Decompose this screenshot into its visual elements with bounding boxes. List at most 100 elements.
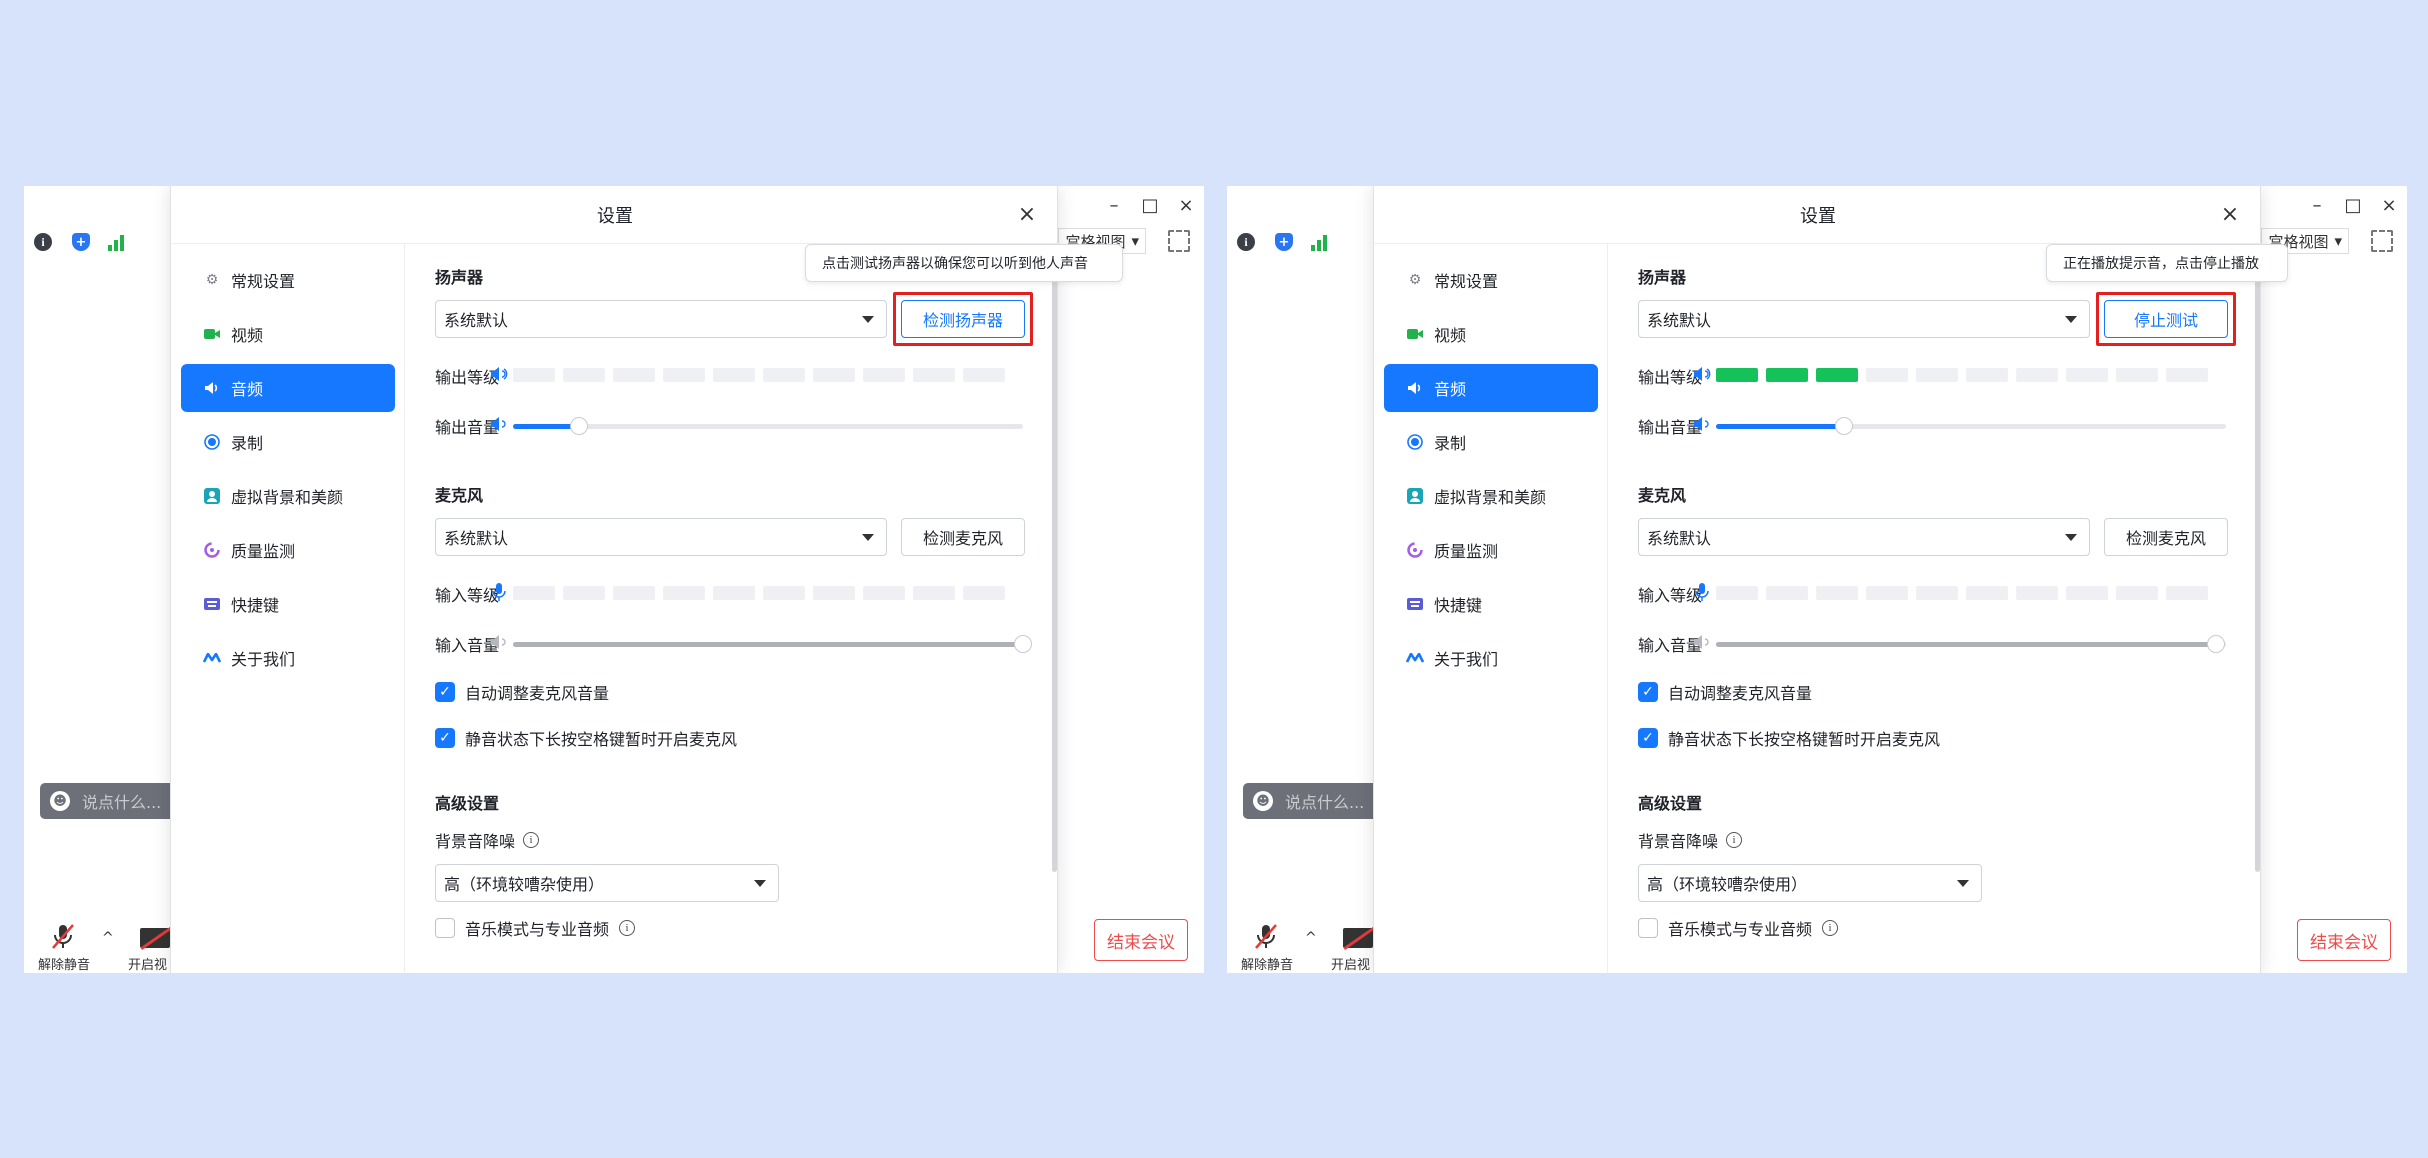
- sidebar-item-virtual-background[interactable]: 虚拟背景和美颜: [181, 472, 395, 520]
- test-microphone-button[interactable]: 检测麦克风: [2104, 518, 2228, 556]
- level-segment: [2166, 368, 2208, 382]
- sidebar-item-record[interactable]: 录制: [1384, 418, 1598, 466]
- info-icon[interactable]: i: [1726, 832, 1743, 848]
- start-video-label[interactable]: 开启视: [128, 954, 167, 973]
- noise-suppression-select[interactable]: 高（环境较嘈杂使用）: [435, 864, 779, 902]
- chevron-down-icon: [2065, 316, 2077, 323]
- level-segment: [2116, 586, 2158, 600]
- fullscreen-icon[interactable]: [1168, 230, 1190, 252]
- unmute-label[interactable]: 解除静音: [1241, 954, 1293, 973]
- scrollbar[interactable]: [2255, 252, 2260, 872]
- checkbox-checked-icon[interactable]: ✓: [435, 728, 455, 748]
- input-volume-slider[interactable]: [513, 635, 1032, 653]
- speaker-device-select[interactable]: 系统默认: [1638, 300, 2090, 338]
- speaker-level-icon: [1694, 367, 1711, 381]
- sidebar-item-quality[interactable]: 质量监测: [181, 526, 395, 574]
- speaker-device-select[interactable]: 系统默认: [435, 300, 887, 338]
- sidebar-item-general[interactable]: ⚙ 常规设置: [181, 256, 395, 304]
- level-segment: [513, 586, 555, 600]
- chat-input-bar[interactable]: ☻ 说点什么...: [1243, 783, 1393, 819]
- level-segment: [1916, 586, 1958, 600]
- slider-knob[interactable]: [570, 417, 589, 435]
- test-speaker-button[interactable]: 检测扬声器: [901, 300, 1025, 338]
- test-microphone-button[interactable]: 检测麦克风: [901, 518, 1025, 556]
- end-meeting-button[interactable]: 结束会议: [2297, 919, 2391, 961]
- space-unmute-checkbox[interactable]: ✓ 静音状态下长按空格键暂时开启麦克风: [435, 726, 737, 750]
- sidebar-item-virtual-background[interactable]: 虚拟背景和美颜: [1384, 472, 1598, 520]
- space-unmute-checkbox[interactable]: ✓ 静音状态下长按空格键暂时开启麦克风: [1638, 726, 1940, 750]
- mic-off-icon[interactable]: [52, 924, 74, 950]
- info-icon[interactable]: i: [1237, 233, 1255, 251]
- minimize-button[interactable]: –: [2299, 186, 2335, 224]
- input-volume-slider[interactable]: [1716, 635, 2226, 653]
- maximize-button[interactable]: □: [1132, 186, 1168, 224]
- music-mode-checkbox[interactable]: 音乐模式与专业音频 i: [1638, 916, 1839, 940]
- stop-test-button[interactable]: 停止测试: [2104, 300, 2228, 338]
- checkbox-unchecked-icon[interactable]: [435, 918, 455, 938]
- auto-adjust-checkbox[interactable]: ✓ 自动调整麦克风音量: [1638, 680, 1812, 704]
- maximize-button[interactable]: □: [2335, 186, 2371, 224]
- fullscreen-icon[interactable]: [2371, 230, 2393, 252]
- sidebar-item-shortcuts[interactable]: 快捷键: [181, 580, 395, 628]
- checkbox-checked-icon[interactable]: ✓: [1638, 728, 1658, 748]
- sidebar-item-record[interactable]: 录制: [181, 418, 395, 466]
- chevron-up-icon[interactable]: ^: [1305, 930, 1317, 946]
- unmute-label[interactable]: 解除静音: [38, 954, 90, 973]
- emoji-icon[interactable]: ☻: [1253, 791, 1273, 811]
- sidebar-item-audio[interactable]: 音频: [1384, 364, 1598, 412]
- speaker-tooltip: 点击测试扬声器以确保您可以听到他人声音: [805, 244, 1123, 282]
- checkbox-checked-icon[interactable]: ✓: [435, 682, 455, 702]
- sidebar-item-video[interactable]: 视频: [181, 310, 395, 358]
- signal-icon[interactable]: [108, 233, 128, 251]
- sidebar-item-shortcuts[interactable]: 快捷键: [1384, 580, 1598, 628]
- slider-fill: [1716, 424, 1844, 429]
- auto-adjust-checkbox[interactable]: ✓ 自动调整麦克风音量: [435, 680, 609, 704]
- emoji-icon[interactable]: ☻: [50, 791, 70, 811]
- slider-knob[interactable]: [1834, 417, 1853, 435]
- sidebar-item-video[interactable]: 视频: [1384, 310, 1598, 358]
- camera-off-icon[interactable]: [1343, 928, 1373, 948]
- info-icon[interactable]: i: [523, 832, 540, 848]
- close-window-button[interactable]: ×: [1168, 186, 1204, 224]
- monitor-icon: [203, 541, 221, 559]
- sidebar-item-about[interactable]: 关于我们: [1384, 634, 1598, 682]
- level-segment: [763, 586, 805, 600]
- close-icon[interactable]: ×: [2216, 200, 2244, 228]
- slider-knob[interactable]: [1014, 635, 1032, 653]
- shield-icon[interactable]: +: [72, 233, 90, 251]
- checkbox-checked-icon[interactable]: ✓: [1638, 682, 1658, 702]
- chevron-up-icon[interactable]: ^: [102, 930, 114, 946]
- info-icon[interactable]: i: [1822, 920, 1839, 936]
- microphone-device-select[interactable]: 系统默认: [435, 518, 887, 556]
- sidebar-item-about[interactable]: 关于我们: [181, 634, 395, 682]
- info-icon[interactable]: i: [34, 233, 52, 251]
- speaker-tooltip: 正在播放提示音，点击停止播放: [2046, 244, 2288, 282]
- chat-input-bar[interactable]: ☻ 说点什么...: [40, 783, 190, 819]
- close-icon[interactable]: ×: [1013, 200, 1041, 228]
- sidebar-item-general[interactable]: ⚙ 常规设置: [1384, 256, 1598, 304]
- info-icon[interactable]: i: [619, 920, 636, 936]
- checkbox-unchecked-icon[interactable]: [1638, 918, 1658, 938]
- sidebar-item-audio[interactable]: 音频: [181, 364, 395, 412]
- sidebar-item-quality[interactable]: 质量监测: [1384, 526, 1598, 574]
- start-video-label[interactable]: 开启视: [1331, 954, 1370, 973]
- output-volume-slider[interactable]: [513, 417, 1023, 435]
- settings-sidebar: ⚙ 常规设置 视频 音频 录制 虚拟背景和美颜 质量监测 快捷键 关于我们: [171, 244, 405, 973]
- scrollbar[interactable]: [1052, 252, 1057, 872]
- end-meeting-button[interactable]: 结束会议: [1094, 919, 1188, 961]
- minimize-button[interactable]: –: [1096, 186, 1132, 224]
- speaker-icon: [1406, 379, 1424, 397]
- camera-off-icon[interactable]: [140, 928, 170, 948]
- noise-suppression-select[interactable]: 高（环境较嘈杂使用）: [1638, 864, 1982, 902]
- mic-off-icon[interactable]: [1255, 924, 1277, 950]
- level-segment: [963, 368, 1005, 382]
- output-volume-slider[interactable]: [1716, 417, 2226, 435]
- music-mode-checkbox[interactable]: 音乐模式与专业音频 i: [435, 916, 636, 940]
- slider-knob[interactable]: [2206, 635, 2225, 653]
- close-window-button[interactable]: ×: [2371, 186, 2407, 224]
- microphone-device-select[interactable]: 系统默认: [1638, 518, 2090, 556]
- level-segment: [563, 586, 605, 600]
- signal-icon[interactable]: [1311, 233, 1331, 251]
- shield-icon[interactable]: +: [1275, 233, 1293, 251]
- level-segment: [913, 368, 955, 382]
